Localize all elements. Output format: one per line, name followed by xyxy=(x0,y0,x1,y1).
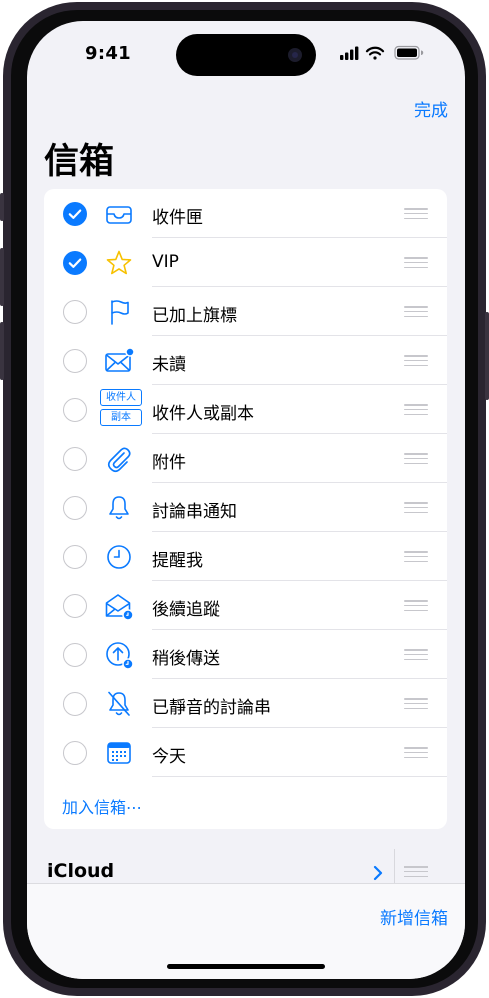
bell-icon xyxy=(104,493,134,523)
screen: 9:41 完成 信箱 收件匣 VIP 已加上旗標 未讀 收件人 副本 收件人或副… xyxy=(27,21,465,979)
reorder-handle-icon[interactable] xyxy=(404,600,428,612)
checkmark-circle-icon[interactable] xyxy=(63,251,87,275)
unchecked-circle-icon[interactable] xyxy=(63,300,87,324)
mailbox-label: 收件人或副本 xyxy=(152,404,254,424)
section-divider xyxy=(394,849,395,883)
send-later-icon xyxy=(104,640,134,670)
unchecked-circle-icon[interactable] xyxy=(63,496,87,520)
unread-envelope-icon xyxy=(104,346,135,376)
mailbox-label: 收件匣 xyxy=(152,208,203,228)
power-button xyxy=(485,312,489,400)
to-badge: 收件人 xyxy=(100,389,142,406)
reorder-handle-icon[interactable] xyxy=(404,866,428,878)
paperclip-icon xyxy=(104,444,134,474)
mailbox-label: 已加上旗標 xyxy=(152,306,237,326)
checkmark-circle-icon[interactable] xyxy=(63,202,87,226)
unchecked-circle-icon[interactable] xyxy=(63,692,87,716)
bell-slash-icon xyxy=(104,689,134,719)
home-indicator[interactable] xyxy=(167,964,325,969)
mailbox-list: 收件匣 VIP 已加上旗標 未讀 收件人 副本 收件人或副本 附件 討論串通知 … xyxy=(44,189,447,829)
done-button[interactable]: 完成 xyxy=(414,96,448,121)
status-time: 9:41 xyxy=(85,43,131,64)
mailbox-row-muted-threads[interactable]: 已靜音的討論串 xyxy=(44,679,447,728)
reorder-handle-icon[interactable] xyxy=(404,208,428,220)
mailbox-label: 提醒我 xyxy=(152,551,203,571)
page-title: 信箱 xyxy=(44,142,115,182)
reorder-handle-icon[interactable] xyxy=(404,306,428,318)
mailbox-label: 今天 xyxy=(152,747,186,767)
reorder-handle-icon[interactable] xyxy=(404,404,428,416)
mailbox-label: 討論串通知 xyxy=(152,502,237,522)
unchecked-circle-icon[interactable] xyxy=(63,594,87,618)
add-mailbox-link[interactable]: 加入信箱⋯ xyxy=(62,794,142,818)
to-cc-icon: 收件人 副本 xyxy=(100,389,144,431)
calendar-icon xyxy=(104,738,134,768)
mailbox-row-thread-notifications[interactable]: 討論串通知 xyxy=(44,483,447,532)
mailbox-row-to-cc[interactable]: 收件人 副本 收件人或副本 xyxy=(44,385,447,434)
row-divider xyxy=(152,776,447,777)
mailbox-row-vip[interactable]: VIP xyxy=(44,238,447,287)
reorder-handle-icon[interactable] xyxy=(404,649,428,661)
unchecked-circle-icon[interactable] xyxy=(63,349,87,373)
status-icons xyxy=(338,45,428,61)
mailbox-row-inbox[interactable]: 收件匣 xyxy=(44,189,447,238)
mailbox-label: 未讀 xyxy=(152,355,186,375)
reorder-handle-icon[interactable] xyxy=(404,453,428,465)
mailbox-label: 稍後傳送 xyxy=(152,649,220,669)
unchecked-circle-icon[interactable] xyxy=(63,741,87,765)
chevron-right-icon[interactable] xyxy=(371,864,385,882)
reorder-handle-icon[interactable] xyxy=(404,698,428,710)
mailbox-row-flagged[interactable]: 已加上旗標 xyxy=(44,287,447,336)
camera-icon xyxy=(288,48,302,62)
clock-icon xyxy=(104,542,134,572)
mailbox-row-unread[interactable]: 未讀 xyxy=(44,336,447,385)
reorder-handle-icon[interactable] xyxy=(404,551,428,563)
inbox-tray-icon xyxy=(104,199,134,229)
reorder-handle-icon[interactable] xyxy=(404,502,428,514)
mailbox-row-follow-up[interactable]: 後續追蹤 xyxy=(44,581,447,630)
reorder-handle-icon[interactable] xyxy=(404,355,428,367)
unchecked-circle-icon[interactable] xyxy=(63,398,87,422)
battery-icon xyxy=(394,45,424,60)
flag-icon xyxy=(104,297,134,327)
wifi-icon xyxy=(365,46,385,60)
unchecked-circle-icon[interactable] xyxy=(63,643,87,667)
new-mailbox-button[interactable]: 新增信箱 xyxy=(380,904,448,929)
unchecked-circle-icon[interactable] xyxy=(63,545,87,569)
reorder-handle-icon[interactable] xyxy=(404,747,428,759)
mailbox-row-attachments[interactable]: 附件 xyxy=(44,434,447,483)
reorder-handle-icon[interactable] xyxy=(404,257,428,269)
volume-up-button xyxy=(0,248,4,306)
bottom-toolbar: 新增信箱 xyxy=(27,883,465,979)
mailbox-label: 後續追蹤 xyxy=(152,600,220,620)
mailbox-label: VIP xyxy=(152,252,179,272)
mailbox-label: 附件 xyxy=(152,453,186,473)
action-button xyxy=(0,193,4,221)
star-icon xyxy=(104,248,134,278)
cc-badge: 副本 xyxy=(100,409,142,426)
account-header-icloud: iCloud xyxy=(47,860,115,882)
cellular-signal-icon xyxy=(340,46,359,60)
follow-up-envelope-icon xyxy=(104,591,134,621)
mailbox-row-remind-me[interactable]: 提醒我 xyxy=(44,532,447,581)
mailbox-row-today[interactable]: 今天 xyxy=(44,728,447,777)
volume-down-button xyxy=(0,322,4,380)
unchecked-circle-icon[interactable] xyxy=(63,447,87,471)
mailbox-label: 已靜音的討論串 xyxy=(152,698,271,718)
dynamic-island xyxy=(176,34,316,76)
mailbox-row-send-later[interactable]: 稍後傳送 xyxy=(44,630,447,679)
